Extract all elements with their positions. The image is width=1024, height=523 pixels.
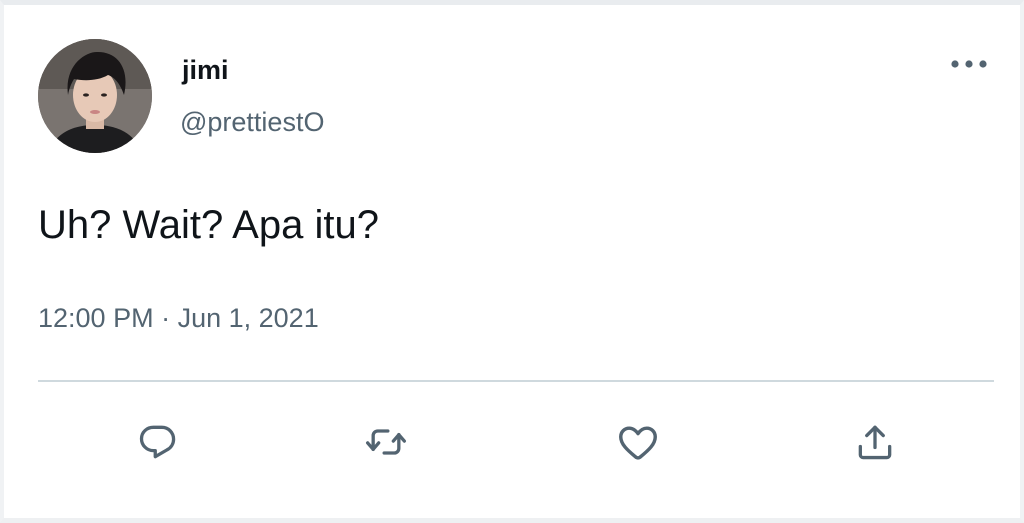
share-icon [858, 425, 892, 460]
reply-icon [139, 425, 176, 459]
display-name[interactable]: jimi [182, 53, 229, 87]
more-options-button[interactable] [944, 49, 994, 79]
reply-button[interactable] [132, 416, 184, 468]
user-handle[interactable]: @prettiestO [180, 105, 324, 139]
heart-icon [619, 426, 657, 460]
avatar-image [38, 39, 152, 153]
avatar[interactable] [38, 39, 152, 153]
divider [38, 380, 994, 382]
share-button[interactable] [849, 416, 901, 468]
tweet-date: Jun 1, 2021 [177, 303, 319, 333]
more-horizontal-icon [951, 60, 987, 68]
tweet-timestamp[interactable]: 12:00 PM · Jun 1, 2021 [38, 301, 319, 335]
tweet-time: 12:00 PM [38, 303, 154, 333]
like-button[interactable] [612, 416, 664, 468]
retweet-button[interactable] [360, 416, 412, 468]
tweet-text: Uh? Wait? Apa itu? [38, 203, 379, 247]
retweet-icon [366, 429, 406, 455]
tweet-card: jimi @prettiestO Uh? Wait? Apa itu? 12:0… [0, 0, 1024, 523]
meta-separator: · [161, 303, 178, 333]
